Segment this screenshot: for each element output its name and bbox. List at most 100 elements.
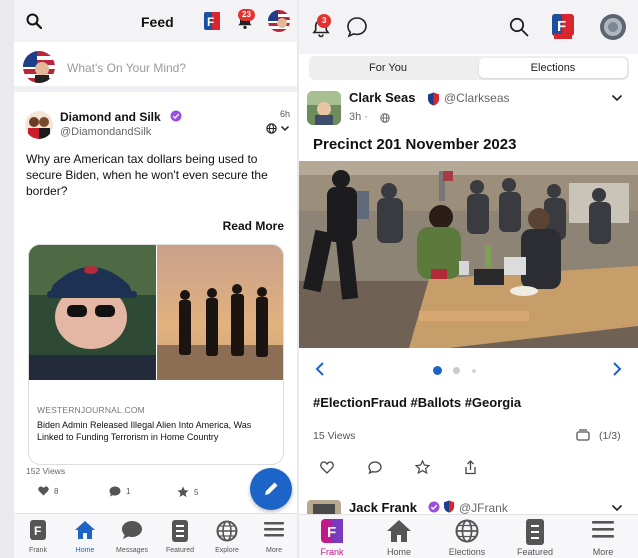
frank-app-icon[interactable]: F <box>204 12 220 30</box>
nav-item-home[interactable]: Home <box>369 515 429 558</box>
view-count: 152 Views <box>26 466 66 476</box>
nav-label: Featured <box>516 547 554 557</box>
compose-placeholder[interactable]: What's On Your Mind? <box>67 61 186 75</box>
nav-item-messages[interactable]: Messages <box>112 514 152 558</box>
avatar[interactable] <box>268 10 290 32</box>
top-bar: 3 F <box>299 0 638 54</box>
post-author-avatar[interactable] <box>307 91 341 125</box>
nav-item-elections[interactable]: Elections <box>437 515 497 558</box>
verified-icon <box>428 501 440 513</box>
chat-bubble-icon[interactable] <box>346 16 368 38</box>
tab-elections[interactable]: Elections <box>479 58 627 78</box>
page-title: Feed <box>141 14 174 30</box>
nav-label: Featured <box>165 547 195 554</box>
link-title[interactable]: Biden Admin Released Illegal Alien Into … <box>37 419 277 443</box>
heart-icon[interactable] <box>320 461 334 474</box>
next-post-avatar[interactable] <box>307 500 341 514</box>
chevron-down-icon[interactable] <box>611 503 623 513</box>
image-counter: (1/3) <box>599 430 621 442</box>
tab-for-you[interactable]: For You <box>311 58 465 78</box>
elections-feed-screen: 3 F For You Elections Clark Seas @Clarks… <box>299 0 638 558</box>
image-stack-icon <box>576 429 590 441</box>
nav-item-featured[interactable]: Featured <box>505 515 565 558</box>
link-image-left <box>29 245 156 380</box>
svg-text:F: F <box>327 524 336 541</box>
nav-item-more[interactable]: More <box>254 514 294 558</box>
comment-count: 1 <box>126 487 131 496</box>
next-post-author-name[interactable]: Jack Frank <box>349 500 417 515</box>
avatar[interactable] <box>600 14 626 40</box>
comment-icon <box>109 486 121 497</box>
heart-icon <box>38 486 49 496</box>
globe-icon <box>266 123 277 134</box>
frank-app-icon: F <box>321 519 343 543</box>
globe-icon <box>380 113 390 123</box>
nav-item-featured[interactable]: Featured <box>160 514 200 558</box>
search-icon[interactable] <box>509 17 529 37</box>
nav-label: Messages <box>116 547 148 554</box>
nav-item-home[interactable]: Home <box>65 514 105 558</box>
share-icon[interactable] <box>464 460 477 475</box>
nav-item-frank[interactable]: F Frank <box>302 515 362 558</box>
comment-button[interactable]: 1 <box>109 486 130 497</box>
like-button[interactable]: 8 <box>38 486 58 496</box>
post-author-handle[interactable]: @Clarkseas <box>444 91 510 105</box>
star-icon <box>177 486 189 497</box>
frank-app-icon: F <box>30 520 46 540</box>
chevron-down-icon[interactable] <box>280 123 290 133</box>
carousel-prev-icon[interactable] <box>315 362 325 376</box>
link-image-right <box>157 245 283 380</box>
compose-box[interactable]: What's On Your Mind? <box>14 42 297 92</box>
bottom-nav: F Frank Home Elections Featured More <box>299 514 638 558</box>
carousel-dot[interactable] <box>453 367 460 374</box>
post-author-name[interactable]: Clark Seas <box>349 90 416 105</box>
shield-badge-icon <box>427 92 440 106</box>
nav-item-frank[interactable]: F Frank <box>18 514 58 558</box>
post-author-avatar[interactable] <box>25 111 53 139</box>
search-icon[interactable] <box>26 13 42 29</box>
post-author-name[interactable]: Diamond and Silk <box>60 110 161 124</box>
featured-icon <box>526 519 544 545</box>
post-author-handle[interactable]: @DiamondandSilk <box>60 126 151 138</box>
pencil-icon <box>265 482 278 495</box>
link-preview-card[interactable]: WESTERNJOURNAL.COM Biden Admin Released … <box>28 244 284 465</box>
feed-tab-bar: For You Elections <box>309 56 629 80</box>
post-photo[interactable] <box>299 161 638 348</box>
post-time: 3h · <box>349 111 368 123</box>
carousel-next-icon[interactable] <box>612 362 622 376</box>
feed-screen: Feed F 23 What's On Your Mind? Diamond a… <box>14 0 297 558</box>
menu-icon <box>592 519 614 539</box>
post-hashtags[interactable]: #ElectionFraud #Ballots #Georgia <box>313 395 521 410</box>
comment-icon[interactable] <box>368 461 382 474</box>
nav-label: Explore <box>215 547 239 554</box>
nav-item-more[interactable]: More <box>573 515 633 558</box>
globe-icon <box>216 520 238 542</box>
compose-fab-button[interactable] <box>250 468 292 510</box>
view-count: 15 Views <box>313 430 356 442</box>
read-more-link[interactable]: Read More <box>223 219 284 233</box>
carousel-dot[interactable] <box>472 369 476 373</box>
verified-icon <box>170 110 182 122</box>
user-avatar <box>23 51 55 83</box>
link-domain: WESTERNJOURNAL.COM <box>37 405 145 415</box>
star-icon[interactable] <box>415 460 430 474</box>
home-icon <box>386 519 412 543</box>
frank-speech-app-icon[interactable]: F <box>552 14 574 40</box>
svg-text:F: F <box>34 524 41 538</box>
nav-label: Home <box>75 547 95 554</box>
post-text: Why are American tax dollars being used … <box>26 152 268 198</box>
nav-label: Home <box>386 547 411 557</box>
nav-item-explore[interactable]: Explore <box>207 514 247 558</box>
nav-label: Frank <box>320 547 344 557</box>
svg-text:F: F <box>207 15 214 29</box>
top-bar: Feed F 23 <box>14 0 297 42</box>
featured-icon <box>172 520 188 542</box>
carousel-dot-active[interactable] <box>433 366 442 375</box>
nav-label: More <box>592 547 614 557</box>
next-post-author-handle[interactable]: @JFrank <box>459 501 508 515</box>
shield-badge-icon <box>443 500 455 513</box>
chevron-down-icon[interactable] <box>611 93 623 103</box>
post-headline: Precinct 201 November 2023 <box>313 136 517 153</box>
home-icon <box>74 520 96 540</box>
star-button[interactable]: 5 <box>177 486 198 498</box>
